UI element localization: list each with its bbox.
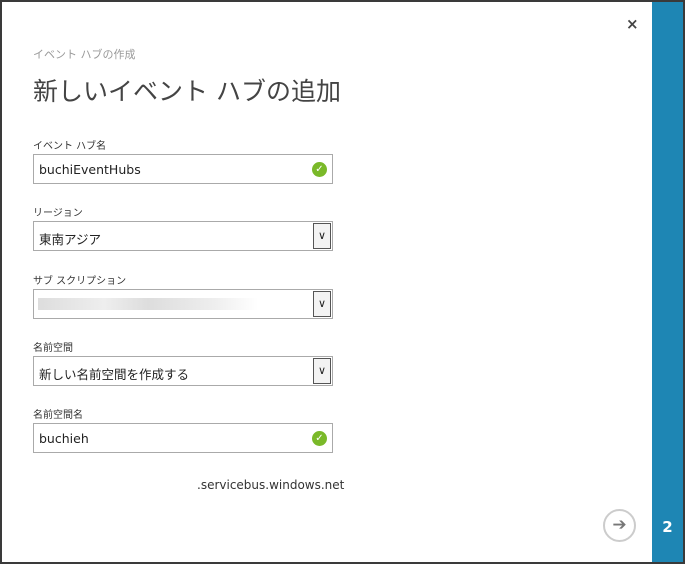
hub-name-value: buchiEventHubs: [39, 162, 141, 177]
namespace-select[interactable]: 新しい名前空間を作成する ∨: [33, 356, 333, 386]
close-button[interactable]: ×: [626, 15, 639, 33]
chevron-down-icon[interactable]: ∨: [313, 291, 331, 317]
dialog-subtitle: イベント ハブの作成: [33, 48, 136, 61]
hub-name-input[interactable]: buchiEventHubs ✓: [33, 154, 333, 184]
namespace-suffix: .servicebus.windows.net: [197, 478, 345, 492]
create-event-hub-dialog: × イベント ハブの作成 新しいイベント ハブの追加 イベント ハブ名 buch…: [2, 2, 652, 562]
step-number: 2: [662, 518, 673, 536]
check-icon: ✓: [312, 431, 327, 446]
redacted-subscription: [38, 298, 258, 310]
chevron-down-icon[interactable]: ∨: [313, 358, 331, 384]
chevron-down-icon[interactable]: ∨: [313, 223, 331, 249]
namespace-label: 名前空間: [33, 343, 73, 354]
hub-name-label: イベント ハブ名: [33, 141, 107, 152]
region-label: リージョン: [33, 208, 83, 219]
namespace-name-value: buchieh: [39, 431, 89, 446]
check-icon: ✓: [312, 162, 327, 177]
namespace-name-label: 名前空間名: [33, 410, 83, 421]
dialog-title: 新しいイベント ハブの追加: [33, 77, 341, 106]
subscription-select[interactable]: ∨: [33, 289, 333, 319]
region-select[interactable]: 東南アジア ∨: [33, 221, 333, 251]
next-arrow-button[interactable]: ➔: [603, 509, 636, 542]
subscription-label: サブ スクリプション: [33, 276, 127, 287]
namespace-name-input[interactable]: buchieh ✓: [33, 423, 333, 453]
namespace-value: 新しい名前空間を作成する: [39, 367, 190, 382]
region-value: 東南アジア: [39, 232, 102, 247]
step-indicator: 2: [652, 2, 683, 562]
